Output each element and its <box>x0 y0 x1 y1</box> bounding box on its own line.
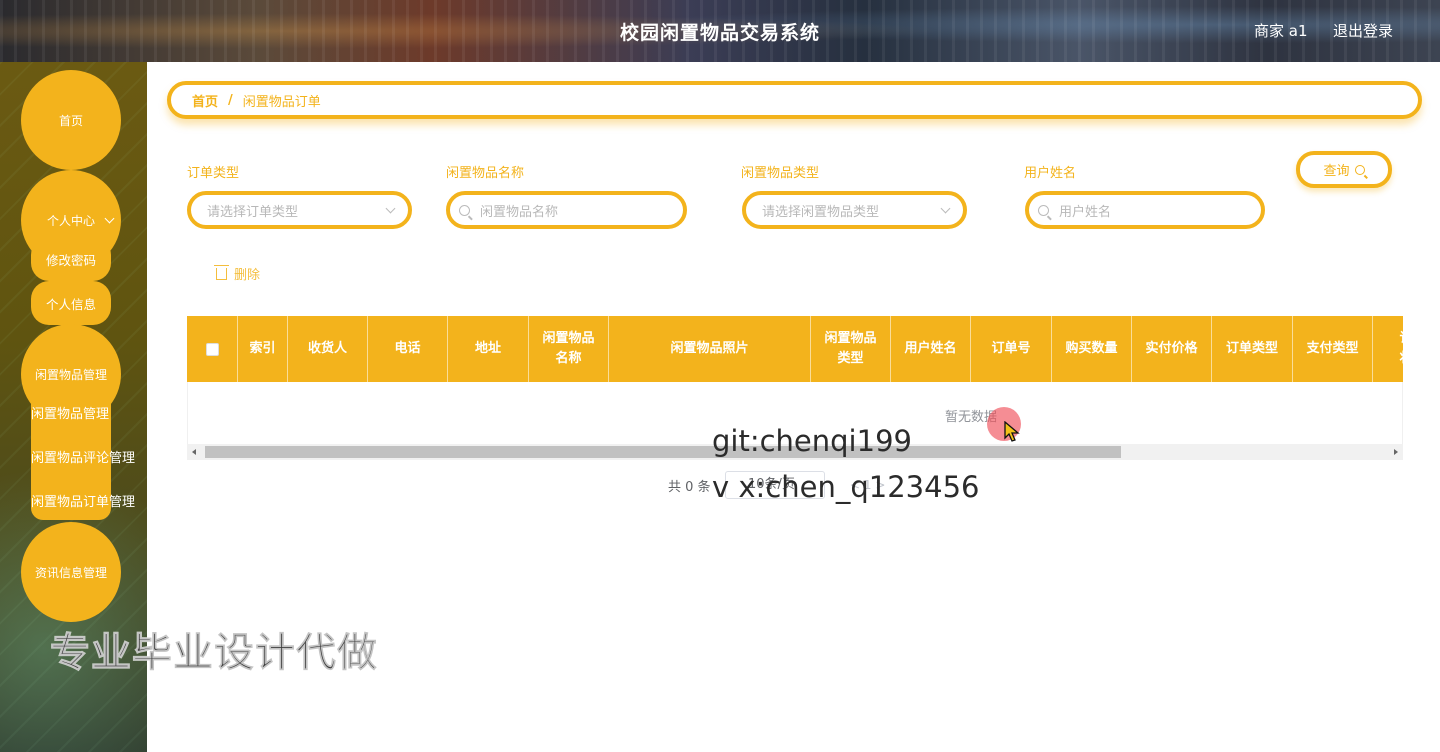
user-name-label: 用户姓名 <box>1024 166 1077 181</box>
watermark-ad: 专业毕业设计代做 <box>50 630 378 677</box>
sidebar-item-label: 首页 <box>58 113 83 128</box>
cursor-icon <box>1004 421 1020 442</box>
pagination-total: 共 0 条 <box>668 480 711 495</box>
goods-type-select[interactable]: 请选择闲置物品类型 <box>742 191 967 229</box>
query-button-label: 查询 <box>1323 164 1350 179</box>
sidebar-item-label: 修改密码 <box>45 252 96 268</box>
watermark-vx: v x:chen_q123456 <box>712 470 980 504</box>
watermark-git: git:chenqi199 <box>712 424 912 458</box>
logout-link[interactable]: 退出登录 <box>1333 20 1393 41</box>
scrollbar-thumb[interactable] <box>205 446 1121 458</box>
sidebar-item-home[interactable]: 首页 <box>21 70 121 170</box>
sidebar-item-label: 个人中心 <box>46 213 95 228</box>
top-header: 校园闲置物品交易系统 商家 a1 退出登录 <box>0 0 1440 62</box>
search-icon <box>1354 164 1365 175</box>
goods-type-label: 闲置物品类型 <box>741 166 820 181</box>
column-header: 电话 <box>368 316 448 382</box>
column-header: 闲置物品 名称 <box>529 316 609 382</box>
order-type-select[interactable]: 请选择订单类型 <box>187 191 412 229</box>
breadcrumb: 首页 / 闲置物品订单 <box>167 81 1422 119</box>
column-header: 订单号 <box>971 316 1052 382</box>
breadcrumb-home[interactable]: 首页 <box>192 91 218 110</box>
sidebar-item-label: 资讯信息管理 <box>34 565 107 580</box>
goods-type-placeholder: 请选择闲置物品类型 <box>762 204 880 220</box>
chevron-down-icon <box>940 203 951 214</box>
delete-button[interactable]: 删除 <box>214 264 261 283</box>
scroll-left-icon[interactable] <box>192 449 196 455</box>
breadcrumb-current: 闲置物品订单 <box>242 94 321 110</box>
user-name-placeholder: 用户姓名 <box>1059 204 1112 220</box>
select-all-cell[interactable] <box>187 316 238 382</box>
checkbox-icon[interactable] <box>205 342 219 356</box>
column-header: 实付价格 <box>1132 316 1212 382</box>
user-name-input[interactable]: 用户姓名 <box>1025 191 1265 229</box>
delete-button-label: 删除 <box>234 268 261 283</box>
query-button[interactable]: 查询 <box>1296 151 1392 188</box>
column-header: 闲置物品照片 <box>609 316 811 382</box>
goods-name-input[interactable]: 闲置物品名称 <box>446 191 687 229</box>
trash-icon <box>214 264 229 280</box>
sidebar-subitem-goods-comments[interactable]: 闲置物品评论管理 <box>31 447 135 466</box>
goods-name-label: 闲置物品名称 <box>446 166 525 181</box>
column-header: 收货人 <box>288 316 368 382</box>
sidebar-subitem-personal-info[interactable]: 个人信息 <box>31 281 111 325</box>
column-header: 用户姓名 <box>891 316 971 382</box>
column-header: 闲置物品 类型 <box>811 316 891 382</box>
system-title: 校园闲置物品交易系统 <box>619 22 820 44</box>
sidebar-item-news-management[interactable]: 资讯信息管理 <box>21 522 121 622</box>
column-header: 购买数量 <box>1052 316 1132 382</box>
goods-name-placeholder: 闲置物品名称 <box>480 204 559 220</box>
column-header: 地址 <box>448 316 529 382</box>
column-header: 订单 状态 <box>1373 316 1403 382</box>
search-icon <box>459 204 470 216</box>
column-header: 索引 <box>238 316 288 382</box>
sidebar-item-label: 闲置物品管理 <box>34 367 107 382</box>
sidebar-subitem-goods-manage[interactable]: 闲置物品管理 <box>31 403 109 422</box>
chevron-down-icon <box>385 203 396 214</box>
breadcrumb-separator: / <box>228 92 233 108</box>
sidebar-subitem-goods-orders[interactable]: 闲置物品订单管理 <box>31 491 135 510</box>
order-type-label: 订单类型 <box>187 166 240 181</box>
search-icon <box>1038 204 1049 216</box>
scroll-right-icon[interactable] <box>1394 449 1398 455</box>
sidebar-item-label: 个人信息 <box>45 296 96 312</box>
column-header: 订单类型 <box>1212 316 1293 382</box>
order-type-placeholder: 请选择订单类型 <box>207 204 299 220</box>
chevron-down-icon <box>104 213 115 224</box>
table-header: 索引 收货人 电话 地址 闲置物品 名称 闲置物品照片 闲置物品 类型 用户姓名… <box>187 316 1403 382</box>
current-user: 商家 a1 <box>1254 22 1308 40</box>
column-header: 支付类型 <box>1293 316 1373 382</box>
sidebar-subitem-change-password[interactable]: 修改密码 <box>31 237 111 281</box>
